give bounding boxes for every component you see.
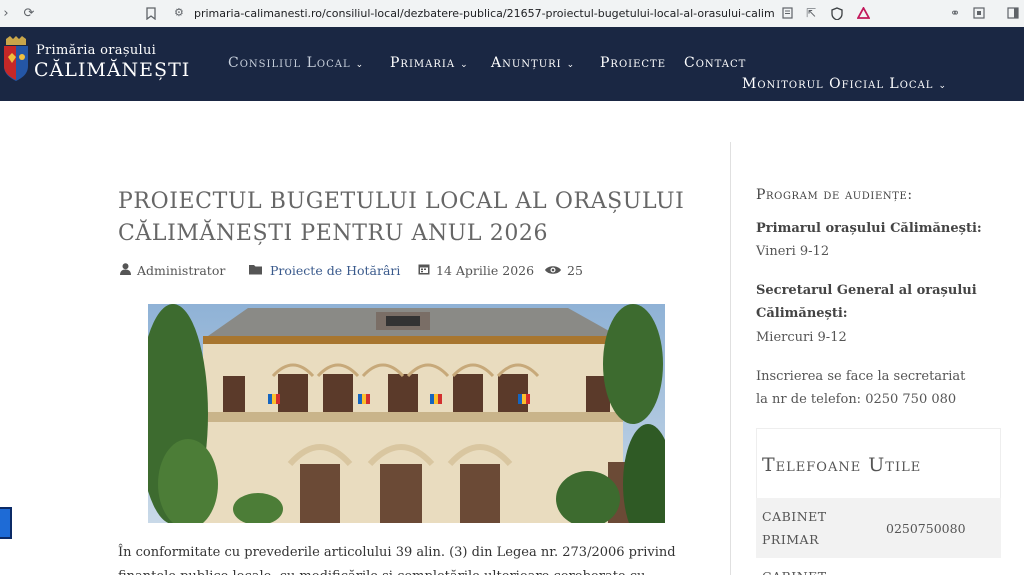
coat-of-arms-logo[interactable] [2, 35, 30, 83]
reload-icon[interactable]: ⟳ [18, 2, 40, 24]
screenshot-icon[interactable] [970, 4, 988, 22]
nav-consiliul-local[interactable]: Consiliul Local ⌄ [228, 55, 364, 71]
tel-phone[interactable] [886, 558, 1001, 575]
chevron-down-icon: ⌄ [355, 60, 365, 70]
secretar-label-2: Călimănești: [756, 306, 848, 321]
inscriere-line-2: la nr de telefon: 0250 750 080 [756, 392, 957, 407]
chevron-down-icon: ⌄ [460, 60, 469, 70]
table-row: CABINET [756, 558, 1001, 575]
calendar-icon [418, 263, 430, 278]
url-text: primaria-calimanesti.ro/consiliul-local/… [194, 6, 774, 20]
secretar-label-1: Secretarul General al orașului [756, 283, 977, 298]
triangle-icon[interactable] [854, 4, 872, 22]
sidebar-toggle-icon[interactable] [1004, 4, 1022, 22]
publish-date: 14 Aprilie 2026 [436, 263, 535, 278]
reader-icon[interactable] [778, 4, 796, 22]
inscriere-line-1: Inscrierea se face la secretariat [756, 369, 966, 384]
category-link[interactable]: Proiecte de Hotărâri [270, 263, 400, 278]
share-icon[interactable]: ⇱ [802, 4, 820, 22]
site-header: Primăria orașului CĂLIMĂNEȘTI Consiliul … [0, 27, 1024, 101]
article-title: PROIECTUL BUGETULUI LOCAL AL ORAȘULUI CĂ… [118, 189, 685, 246]
chevron-down-icon: ⌄ [566, 60, 576, 70]
address-bar[interactable]: ⚙ primaria-calimanesti.ro/consiliul-loca… [168, 2, 878, 24]
telefoane-utile-title: Telefoane Utile [762, 454, 922, 476]
primar-label: Primarul orașului Călimănești: [756, 221, 982, 236]
content-divider [730, 142, 731, 575]
secretar-time: Miercuri 9-12 [756, 330, 847, 345]
user-icon [120, 263, 131, 278]
nav-contact[interactable]: Contact [684, 55, 746, 71]
eye-icon [545, 264, 561, 278]
back-icon[interactable]: › [0, 2, 12, 24]
nav-label: Primaria [390, 55, 456, 71]
tel-name-line-2: PRIMAR [762, 532, 819, 547]
nav-anunturi[interactable]: Anunțuri ⌄ [491, 55, 575, 71]
nav-monitorul-oficial[interactable]: Monitorul Oficial Local ⌄ [742, 76, 947, 92]
town-hall-photo [148, 304, 665, 523]
bookmark-icon[interactable] [140, 2, 162, 24]
meta-date: 14 Aprilie 2026 [418, 263, 534, 278]
nav-label: Anunțuri [491, 55, 562, 71]
view-count: 25 [567, 263, 583, 278]
tel-name-line-1: CABINET [762, 565, 886, 575]
brand-line-1: Primăria orașului [36, 43, 157, 58]
meta-category[interactable]: Proiecte de Hotărâri [249, 263, 400, 278]
shield-icon[interactable] [828, 4, 846, 22]
author-name: Administrator [137, 263, 226, 278]
browser-toolbar: › ⟳ ⚙ primaria-calimanesti.ro/consiliul-… [0, 0, 1024, 27]
tel-name-line-1: CABINET [762, 509, 827, 524]
site-info-icon[interactable]: ⚙ [174, 6, 184, 19]
accessibility-widget-button[interactable] [0, 507, 12, 539]
nav-label: Monitorul Oficial Local [742, 76, 934, 92]
article-paragraph: În conformitate cu prevederile articolul… [118, 545, 676, 575]
meta-views: 25 [545, 263, 583, 278]
primar-time: Vineri 9-12 [756, 244, 830, 259]
brand-line-2: CĂLIMĂNEȘTI [34, 59, 191, 81]
extensions-icon[interactable]: ⚭ [946, 4, 964, 22]
chevron-down-icon: ⌄ [938, 81, 947, 91]
nav-label: Proiecte [600, 55, 667, 71]
folder-icon [249, 264, 264, 278]
nav-label: Contact [684, 55, 747, 71]
audiente-heading: Program de audiențe: [756, 187, 913, 203]
table-row: CABINET PRIMAR 0250750080 [756, 498, 1001, 558]
meta-author: Administrator [120, 263, 225, 278]
tel-phone[interactable]: 0250750080 [886, 498, 1001, 558]
nav-primaria[interactable]: Primaria ⌄ [390, 55, 469, 71]
nav-label: Consiliul Local [228, 55, 351, 71]
nav-proiecte[interactable]: Proiecte [600, 55, 666, 71]
